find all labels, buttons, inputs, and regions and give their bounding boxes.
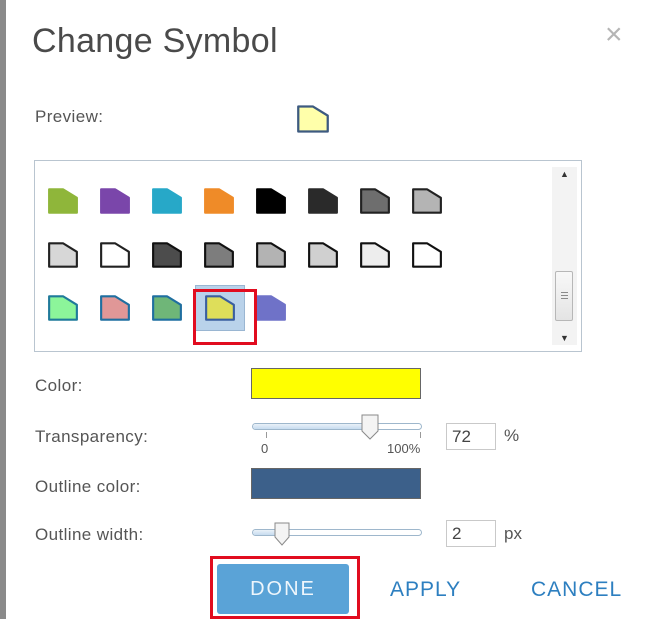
outline-width-slider-handle[interactable] bbox=[274, 522, 290, 551]
scroll-up-arrow-icon[interactable]: ▲ bbox=[552, 167, 577, 181]
transparency-slider-fill bbox=[253, 424, 374, 429]
symbol-option[interactable] bbox=[305, 237, 341, 273]
transparency-tick-min bbox=[266, 432, 267, 438]
symbol-option[interactable] bbox=[357, 237, 393, 273]
symbol-option[interactable] bbox=[253, 290, 289, 326]
symbol-option[interactable] bbox=[45, 290, 81, 326]
transparency-min-label: 0 bbox=[261, 441, 269, 456]
symbol-option[interactable] bbox=[409, 237, 445, 273]
scroll-thumb[interactable] bbox=[555, 271, 573, 321]
symbol-option[interactable] bbox=[97, 237, 133, 273]
symbol-option[interactable] bbox=[149, 183, 185, 219]
outline-width-unit: px bbox=[504, 524, 522, 543]
color-swatch[interactable] bbox=[251, 368, 421, 399]
symbol-option[interactable] bbox=[97, 183, 133, 219]
transparency-tick-max bbox=[420, 432, 421, 438]
outline-color-swatch[interactable] bbox=[251, 468, 421, 499]
transparency-slider-handle[interactable] bbox=[361, 414, 379, 445]
transparency-slider[interactable] bbox=[252, 423, 422, 430]
window-left-edge bbox=[0, 0, 6, 619]
outline-width-input[interactable]: 2 bbox=[446, 520, 496, 547]
transparency-max-label: 100% bbox=[387, 441, 421, 456]
close-icon[interactable]: × bbox=[605, 20, 623, 50]
symbol-option[interactable] bbox=[149, 290, 185, 326]
outline-color-label: Outline color: bbox=[35, 477, 141, 496]
symbol-option[interactable] bbox=[201, 237, 237, 273]
transparency-unit: % bbox=[504, 426, 520, 445]
outline-width-label: Outline width: bbox=[35, 525, 144, 544]
symbol-option[interactable] bbox=[305, 183, 341, 219]
symbol-option[interactable] bbox=[409, 183, 445, 219]
symbol-option[interactable] bbox=[253, 237, 289, 273]
symbol-option[interactable] bbox=[97, 290, 133, 326]
symbol-gallery[interactable]: ▲ ▼ bbox=[34, 160, 582, 352]
symbol-option[interactable] bbox=[253, 183, 289, 219]
cancel-button[interactable]: CANCEL bbox=[531, 578, 622, 602]
preview-label: Preview: bbox=[35, 107, 104, 126]
done-highlight-box bbox=[210, 556, 360, 619]
color-label: Color: bbox=[35, 376, 83, 395]
transparency-label: Transparency: bbox=[35, 427, 149, 446]
dialog-title: Change Symbol bbox=[32, 22, 278, 60]
apply-button[interactable]: APPLY bbox=[390, 578, 461, 602]
symbol-option[interactable] bbox=[45, 237, 81, 273]
scroll-down-arrow-icon[interactable]: ▼ bbox=[552, 331, 577, 345]
preview-symbol bbox=[296, 104, 330, 139]
symbol-option[interactable] bbox=[357, 183, 393, 219]
symbol-option[interactable] bbox=[45, 183, 81, 219]
selection-highlight-box bbox=[193, 289, 257, 345]
symbol-option[interactable] bbox=[201, 183, 237, 219]
transparency-input[interactable]: 72 bbox=[446, 423, 496, 450]
gallery-scrollbar[interactable]: ▲ ▼ bbox=[552, 167, 577, 345]
symbol-option[interactable] bbox=[149, 237, 185, 273]
